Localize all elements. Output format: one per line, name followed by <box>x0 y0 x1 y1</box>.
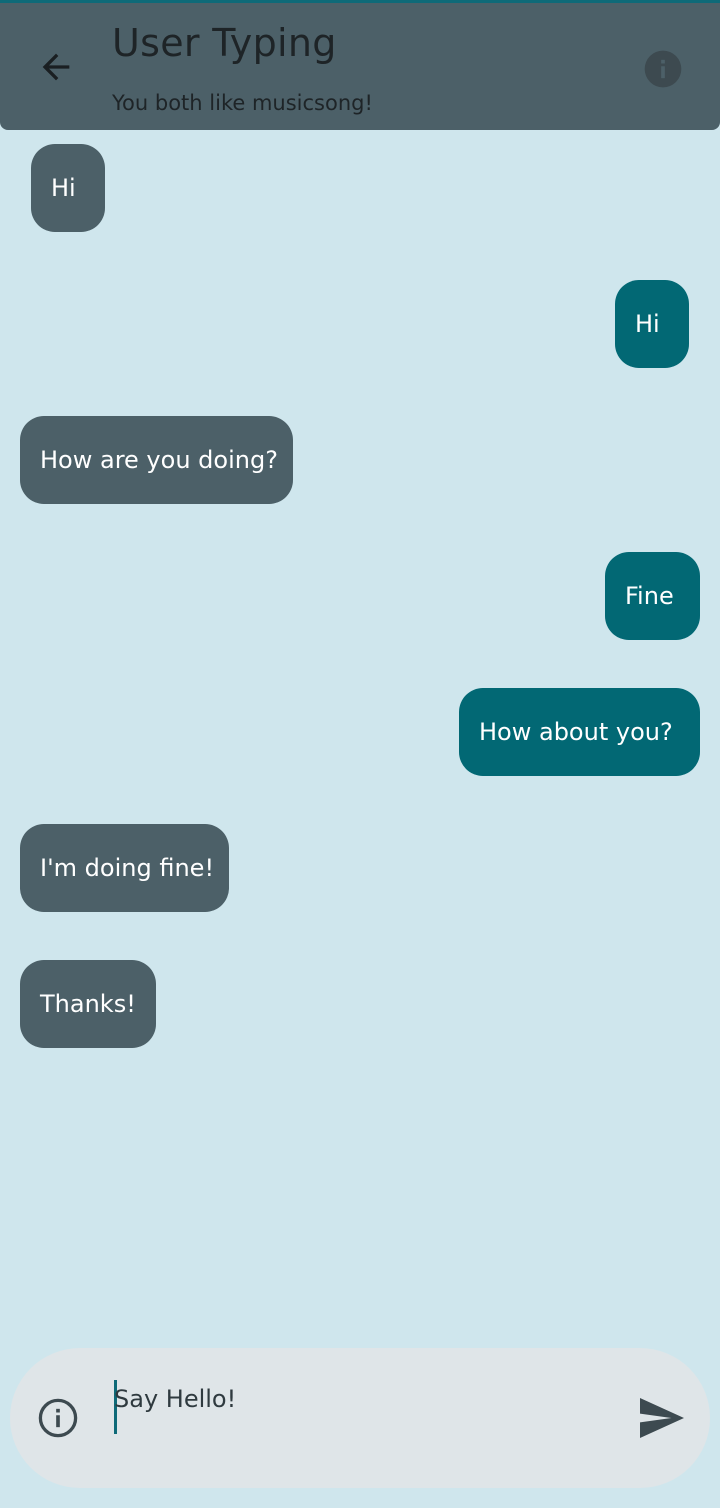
message-input[interactable] <box>114 1374 614 1424</box>
message-composer <box>10 1348 710 1488</box>
message-bubble-outgoing: Fine <box>605 552 700 640</box>
match-subtitle: You both like musicsong! <box>112 91 373 115</box>
message-text: Fine <box>625 582 674 610</box>
message-text: How are you doing? <box>40 446 278 474</box>
message-bubble-outgoing: How about you? <box>459 688 700 776</box>
message-text: How about you? <box>479 718 673 746</box>
message-bubble-incoming: How are you doing? <box>20 416 293 504</box>
info-outline-icon <box>38 1398 78 1438</box>
arrow-left-icon <box>42 53 70 81</box>
message-bubble-incoming: Hi <box>31 144 105 232</box>
message-text: I'm doing fine! <box>40 854 215 882</box>
chat-screen: User Typing You both like musicsong! Hi … <box>0 0 720 1508</box>
message-text: Thanks! <box>40 990 136 1018</box>
composer-info-button[interactable] <box>36 1396 80 1440</box>
page-title: User Typing <box>112 21 337 65</box>
info-button[interactable] <box>640 46 686 92</box>
send-button[interactable] <box>634 1392 690 1444</box>
send-icon <box>640 1398 684 1438</box>
message-bubble-outgoing: Hi <box>615 280 689 368</box>
message-bubble-incoming: Thanks! <box>20 960 156 1048</box>
back-button[interactable] <box>28 39 84 95</box>
message-text: Hi <box>635 310 660 338</box>
message-text: Hi <box>51 174 76 202</box>
message-bubble-incoming: I'm doing fine! <box>20 824 229 912</box>
info-icon <box>644 50 682 88</box>
app-bar: User Typing You both like musicsong! <box>0 3 720 130</box>
